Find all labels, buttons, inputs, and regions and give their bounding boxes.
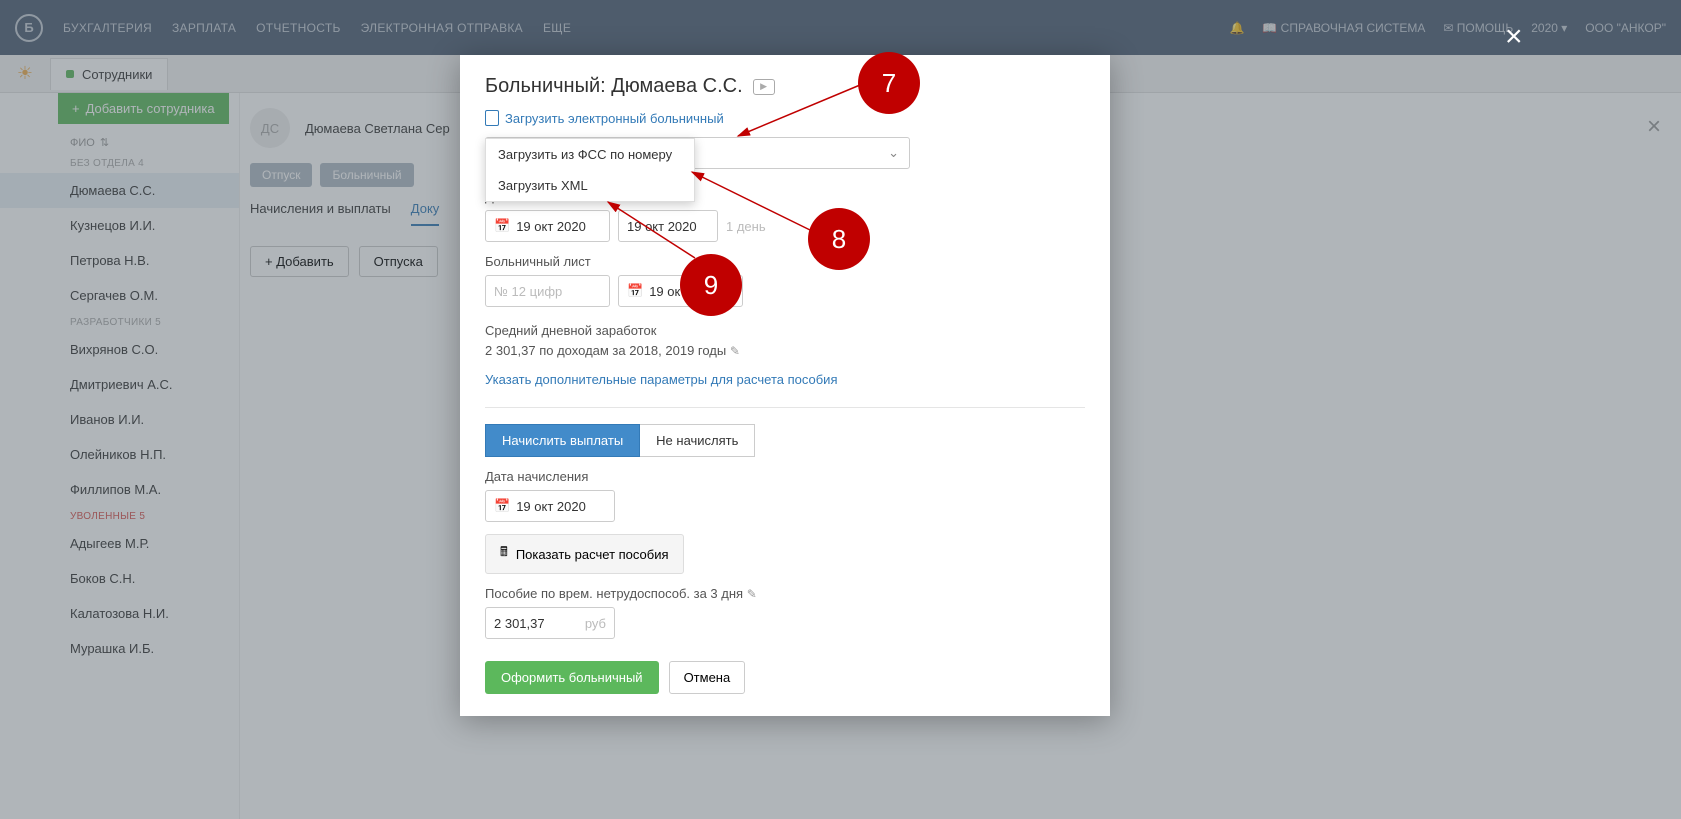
document-icon (485, 110, 499, 126)
benefit-amount-input[interactable]: 2 301,37руб (485, 607, 615, 639)
date-from-input[interactable]: 📅19 окт 2020 (485, 210, 610, 242)
avg-earnings-label: Средний дневной заработок (485, 321, 1085, 341)
accrue-segmented: Начислить выплаты Не начислять (485, 424, 1085, 457)
dd-load-xml[interactable]: Загрузить XML (486, 170, 694, 201)
sickleave-dialog: Больничный: Дюмаева С.С. ▶ Загрузить эле… (460, 55, 1110, 716)
load-dropdown: Загрузить из ФСС по номеру Загрузить XML (485, 138, 695, 202)
show-calc-button[interactable]: 🖩Показать расчет пособия (485, 534, 684, 574)
dd-load-fss[interactable]: Загрузить из ФСС по номеру (486, 139, 694, 170)
edit-icon[interactable]: ✎ (747, 587, 757, 601)
calculator-icon: 🖩 (500, 543, 508, 565)
accrue-no-button[interactable]: Не начислять (640, 424, 755, 457)
avg-earnings-value: 2 301,37 по доходам за 2018, 2019 годы (485, 343, 726, 358)
benefit-label: Пособие по врем. нетрудоспособ. за 3 дня… (485, 586, 1085, 601)
video-icon[interactable]: ▶ (753, 79, 775, 95)
callout-9: 9 (680, 254, 742, 316)
submit-button[interactable]: Оформить больничный (485, 661, 659, 694)
chevron-down-icon: ⌄ (888, 145, 899, 161)
calendar-icon: 📅 (627, 283, 643, 299)
days-count: 1 день (726, 219, 766, 234)
calendar-icon: 📅 (494, 218, 510, 234)
divider (485, 407, 1085, 408)
accrue-date-input[interactable]: 📅19 окт 2020 (485, 490, 615, 522)
extra-params-link[interactable]: Указать дополнительные параметры для рас… (485, 372, 838, 387)
cancel-button[interactable]: Отмена (669, 661, 746, 694)
sheet-label: Больничный лист (485, 254, 1085, 269)
accrue-yes-button[interactable]: Начислить выплаты (485, 424, 640, 457)
callout-8: 8 (808, 208, 870, 270)
load-eln-link[interactable]: Загрузить электронный больничный (485, 110, 724, 126)
dialog-title: Больничный: Дюмаева С.С. ▶ (485, 75, 1085, 98)
dialog-close-icon[interactable]: × (1505, 20, 1523, 54)
accrue-date-label: Дата начисления (485, 469, 1085, 484)
sheet-number-input[interactable]: № 12 цифр (485, 275, 610, 307)
date-to-input[interactable]: 19 окт 2020 (618, 210, 718, 242)
edit-icon[interactable]: ✎ (730, 344, 740, 358)
callout-7: 7 (858, 52, 920, 114)
calendar-icon: 📅 (494, 498, 510, 514)
load-eln-row: Загрузить электронный больничный ⌄ Загру… (485, 110, 1085, 169)
